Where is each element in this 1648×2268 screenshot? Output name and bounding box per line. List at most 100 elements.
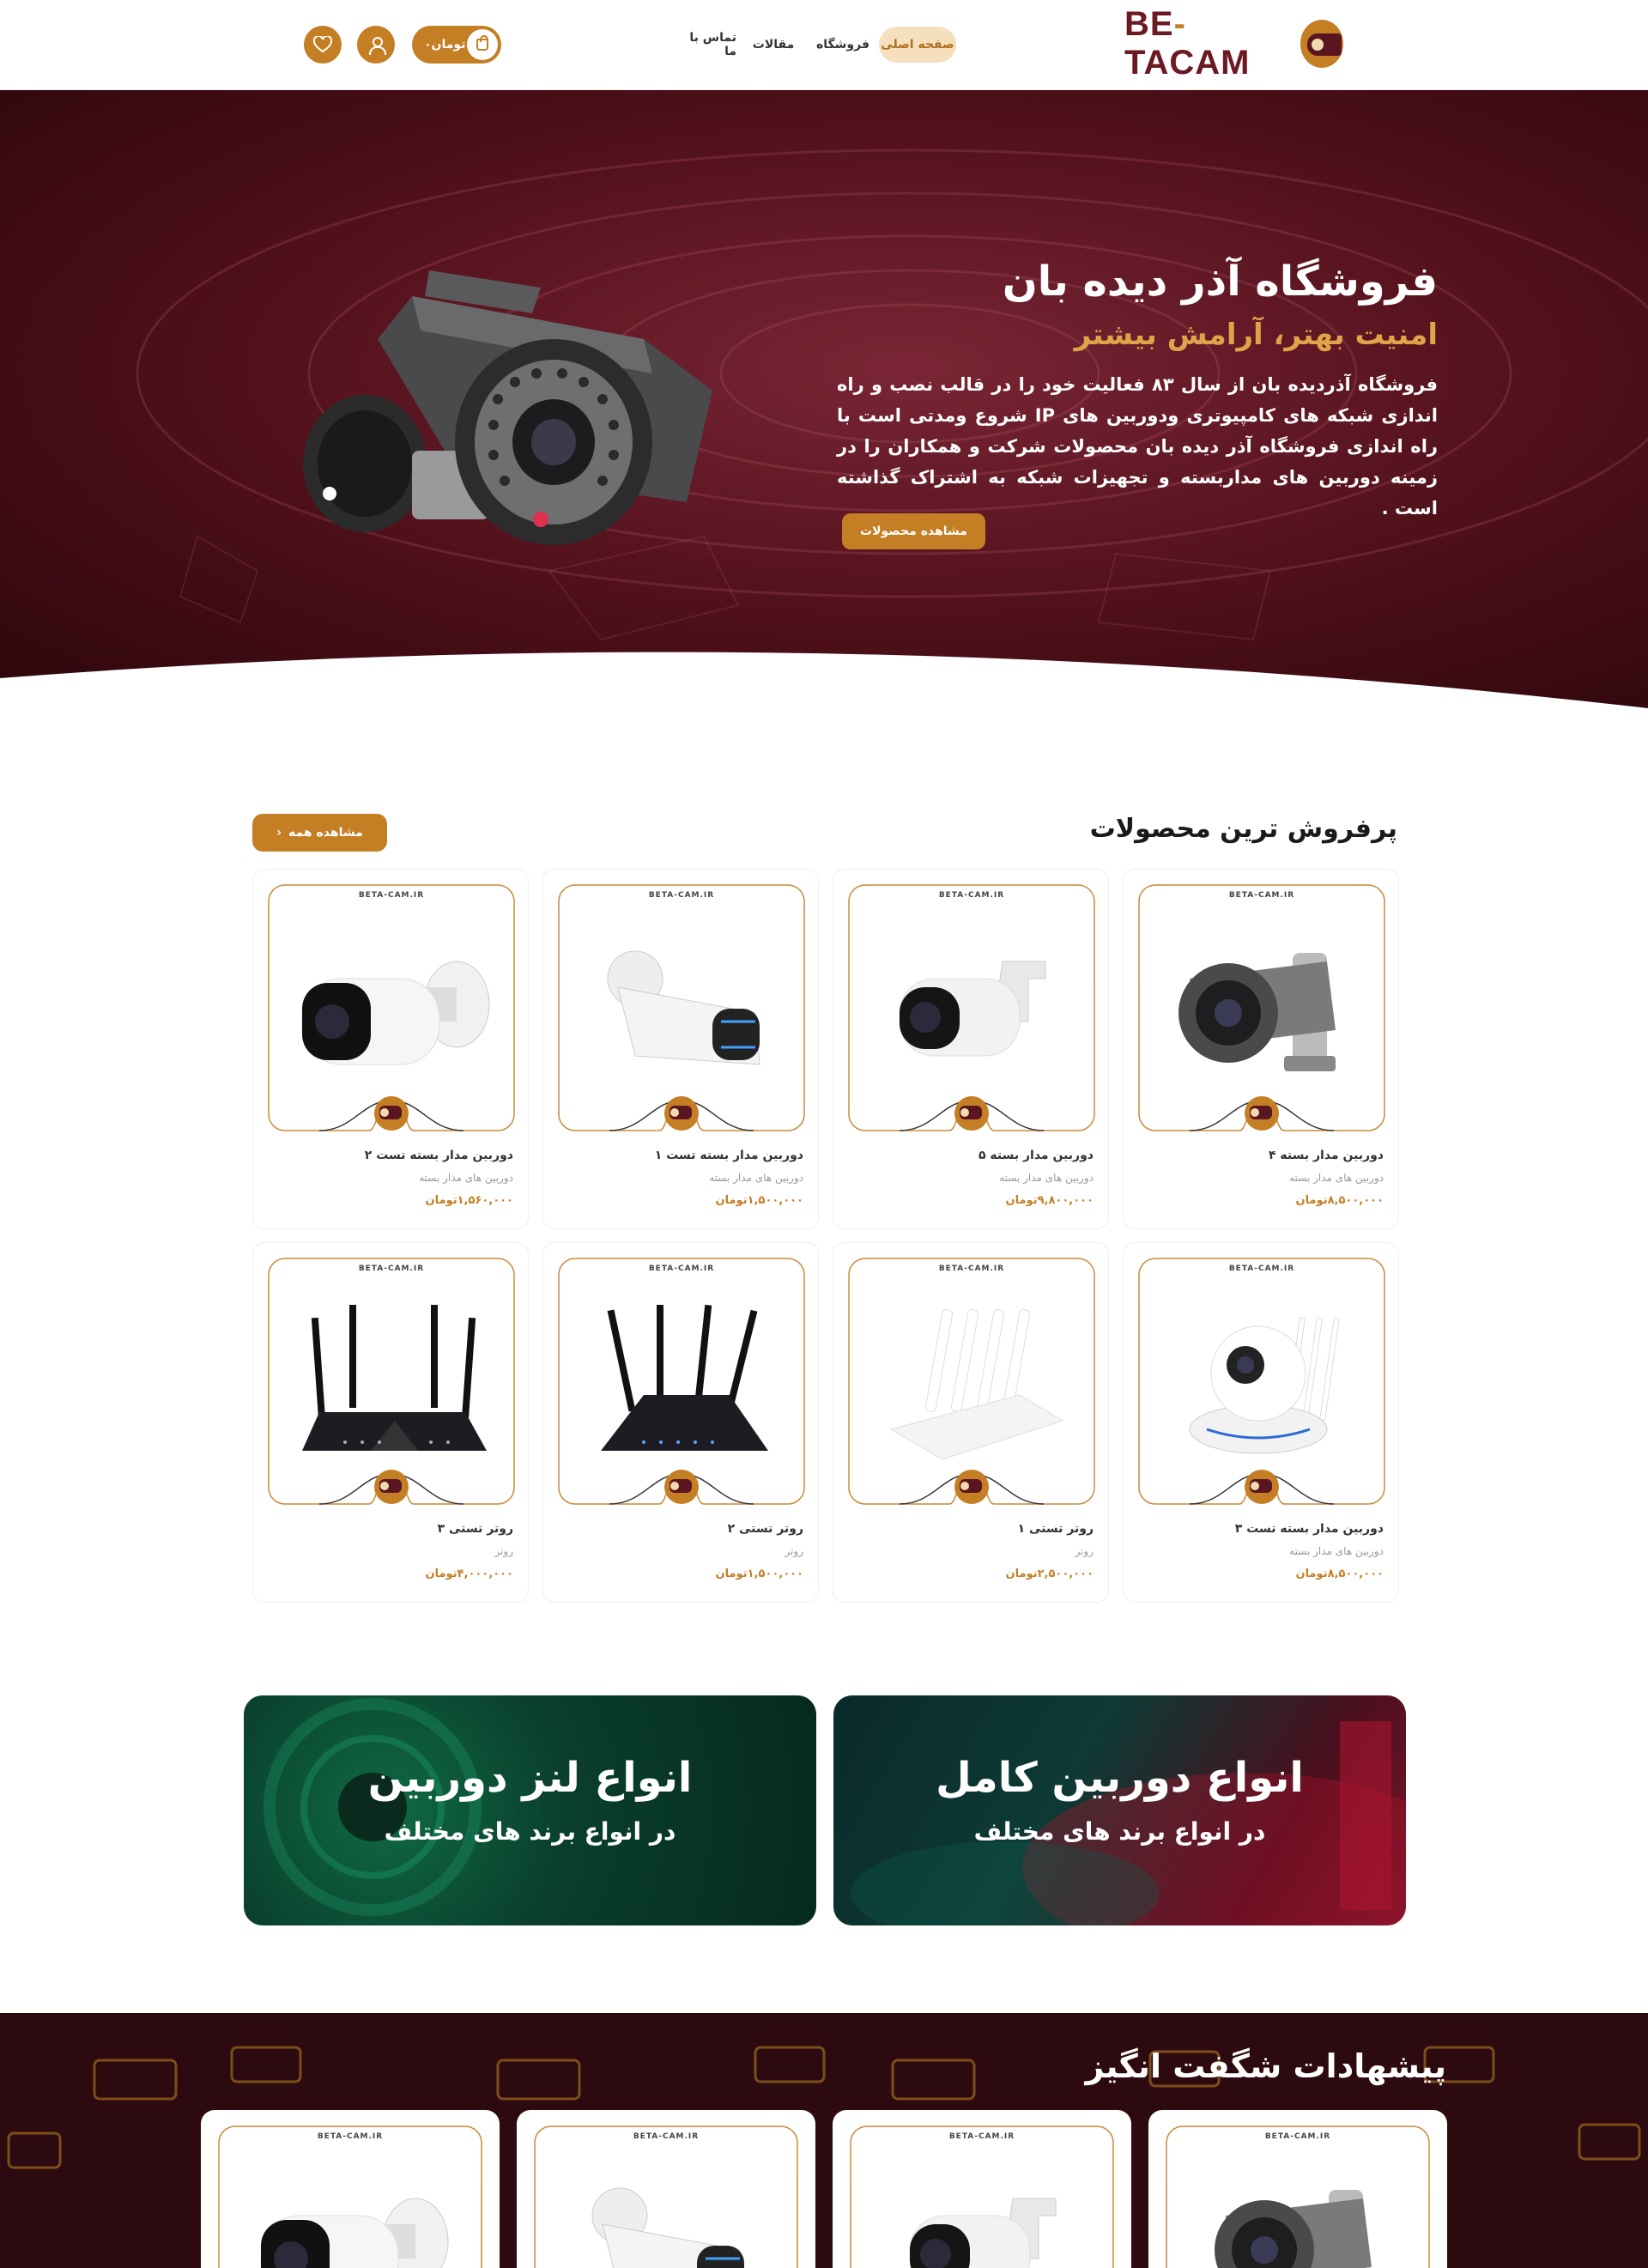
product-price: ۱,۵۰۰,۰۰۰تومان	[715, 1194, 803, 1207]
banner-camera[interactable]: انواع دوربین کامل در انواع برند های مختل…	[833, 1695, 1406, 1925]
product-price: ۱,۵۶۰,۰۰۰تومان	[425, 1194, 513, 1207]
product-category[interactable]: روتر	[494, 1545, 513, 1557]
product-image-frame: BETA-CAM.IR	[1138, 1258, 1385, 1505]
site-logo[interactable]: BE-TACAM	[1124, 5, 1343, 82]
product-image[interactable]	[584, 927, 781, 1090]
user-account-button[interactable]	[357, 26, 395, 64]
brand-mark: BETA-CAM.IR	[358, 1264, 425, 1273]
product-image[interactable]	[874, 1301, 1071, 1464]
user-icon	[368, 37, 386, 55]
product-card[interactable]: BETA-CAM.IR روتر تستی ۱ روتر ۲,۵۰۰,۰۰۰تومان	[833, 1242, 1109, 1603]
product-image[interactable]	[874, 927, 1071, 1090]
product-card[interactable]: BETA-CAM.IR روتر تستی ۲ روتر ۱,۵۰۰,۰۰۰تومان	[542, 1242, 819, 1603]
offers-title: پیشهادات شگفت انگیز	[1085, 2047, 1446, 2085]
product-category[interactable]: دوربین های مدار بسته	[1289, 1172, 1384, 1184]
product-price: ۸,۵۰۰,۰۰۰تومان	[1295, 1194, 1384, 1207]
hero-description: فروشگاه آذردیده بان از سال ۸۳ فعالیت خود…	[837, 374, 1438, 518]
product-image-frame: BETA-CAM.IR	[558, 1258, 805, 1505]
product-card[interactable]: BETA-CAM.IR دوربین مدار بسته ۴ دوربین های …	[1123, 869, 1399, 1229]
product-name[interactable]: دوربین مدار بسته ۴	[1269, 1149, 1384, 1162]
offer-card[interactable]: BETA-CAM.IR	[517, 2110, 815, 2268]
product-name[interactable]: روتر تستی ۲	[728, 1522, 803, 1536]
product-name[interactable]: دوربین مدار بسته تست ۱	[655, 1149, 803, 1162]
offer-image[interactable]	[252, 2164, 450, 2268]
brand-mark: BETA-CAM.IR	[948, 2132, 1015, 2141]
offer-image[interactable]	[568, 2164, 766, 2268]
logo-text-right: TACAM	[1124, 44, 1251, 82]
product-image[interactable]	[584, 1301, 781, 1464]
chevron-left-icon: ‹	[276, 826, 282, 840]
hero-section: فروشگاه آذر دیده بان امنیت بهتر، آرامش ب…	[0, 90, 1648, 708]
product-price: ۲,۵۰۰,۰۰۰تومان	[1005, 1568, 1094, 1580]
cart-button[interactable]: تومان۰	[412, 26, 501, 64]
offer-card[interactable]: BETA-CAM.IR	[1148, 2110, 1447, 2268]
offer-image-frame: BETA-CAM.IR	[534, 2125, 798, 2268]
brand-mark: BETA-CAM.IR	[1228, 1264, 1295, 1273]
product-name[interactable]: دوربین مدار بسته تست ۳	[1235, 1522, 1384, 1536]
brand-mark: BETA-CAM.IR	[648, 891, 715, 900]
product-name[interactable]: دوربین مدار بسته ۵	[978, 1149, 1094, 1162]
product-image[interactable]	[1164, 1301, 1361, 1464]
site-header: BE-TACAM صفحه اصلی فروشگاه مقالات تماس ب…	[0, 0, 1648, 90]
product-category[interactable]: روتر	[785, 1545, 803, 1557]
product-card[interactable]: BETA-CAM.IR دوربین مدار بسته تست ۱ دوربین …	[542, 869, 819, 1229]
product-image[interactable]	[294, 927, 491, 1090]
product-image-frame: BETA-CAM.IR	[558, 884, 805, 1131]
nav-articles[interactable]: مقالات	[748, 27, 798, 63]
product-image[interactable]	[294, 1301, 491, 1464]
nav-contact[interactable]: تماس با ما	[675, 27, 736, 63]
bullet-camera-image	[303, 270, 712, 545]
product-image-frame: BETA-CAM.IR	[268, 1258, 515, 1505]
brand-mark: BETA-CAM.IR	[1264, 2132, 1331, 2141]
product-category[interactable]: دوربین های مدار بسته	[1289, 1545, 1384, 1557]
product-category[interactable]: روتر	[1075, 1545, 1094, 1557]
nav-home[interactable]: صفحه اصلی	[879, 27, 956, 63]
offer-image-frame: BETA-CAM.IR	[218, 2125, 482, 2268]
product-card[interactable]: BETA-CAM.IR دوربین مدار بسته تست ۲ دوربین …	[252, 869, 529, 1229]
offer-image-frame: BETA-CAM.IR	[1166, 2125, 1430, 2268]
product-price: ۹,۸۰۰,۰۰۰تومان	[1005, 1194, 1094, 1207]
offer-card[interactable]: BETA-CAM.IR	[201, 2110, 500, 2268]
brand-mark: BETA-CAM.IR	[1228, 891, 1295, 900]
camera-banner-art	[851, 1721, 1406, 1925]
brand-mark: BETA-CAM.IR	[317, 2132, 384, 2141]
product-price: ۸,۵۰۰,۰۰۰تومان	[1295, 1568, 1384, 1580]
offer-card[interactable]: BETA-CAM.IR	[833, 2110, 1131, 2268]
lens-banner-art	[264, 1698, 482, 1916]
logo-text-left: BE	[1124, 5, 1174, 43]
product-card[interactable]: BETA-CAM.IR دوربین مدار بسته تست ۳ دوربین …	[1123, 1242, 1399, 1603]
banner-lens-title: انواع لنز دوربین	[367, 1754, 693, 1802]
product-card[interactable]: BETA-CAM.IR روتر تستی ۳ روتر ۴,۰۰۰,۰۰۰تومان	[252, 1242, 529, 1603]
product-image-frame: BETA-CAM.IR	[848, 1258, 1095, 1505]
product-price: ۴,۰۰۰,۰۰۰تومان	[425, 1568, 513, 1580]
product-image-frame: BETA-CAM.IR	[848, 884, 1095, 1131]
see-all-button[interactable]: مشاهده همه ‹	[252, 814, 387, 852]
offer-image[interactable]	[1200, 2164, 1397, 2268]
banner-camera-title: انواع دوربین کامل	[936, 1754, 1304, 1802]
banner-camera-subtitle: در انواع برند های مختلف	[973, 1817, 1266, 1846]
see-all-label: مشاهده همه	[288, 826, 363, 840]
hero-subtitle: امنیت بهتر، آرامش بیشتر	[1074, 318, 1438, 352]
nav-shop[interactable]: فروشگاه	[812, 27, 874, 63]
product-name[interactable]: روتر تستی ۱	[1018, 1522, 1094, 1536]
offer-image-frame: BETA-CAM.IR	[850, 2125, 1114, 2268]
camera-logo-icon	[1300, 20, 1343, 68]
offer-image[interactable]	[884, 2164, 1082, 2268]
brand-mark: BETA-CAM.IR	[633, 2132, 700, 2141]
hero-title: فروشگاه آذر دیده بان	[1002, 258, 1438, 306]
wishlist-button[interactable]	[304, 26, 342, 64]
brand-mark: BETA-CAM.IR	[648, 1264, 715, 1273]
shopping-bag-icon	[467, 29, 498, 60]
product-image-frame: BETA-CAM.IR	[1138, 884, 1385, 1131]
bestsellers-title: پرفروش ترین محصولات	[1089, 814, 1397, 844]
product-name[interactable]: روتر تستی ۳	[438, 1522, 513, 1536]
product-image[interactable]	[1164, 927, 1361, 1090]
product-category[interactable]: دوربین های مدار بسته	[709, 1172, 803, 1184]
product-category[interactable]: دوربین های مدار بسته	[999, 1172, 1094, 1184]
product-card[interactable]: BETA-CAM.IR دوربین مدار بسته ۵ دوربین های …	[833, 869, 1109, 1229]
banner-lens[interactable]: انواع لنز دوربین در انواع برند های مختلف	[244, 1695, 816, 1925]
product-category[interactable]: دوربین های مدار بسته	[419, 1172, 513, 1184]
product-name[interactable]: دوربین مدار بسته تست ۲	[365, 1149, 513, 1162]
offers-section: پیشهادات شگفت انگیز BETA-CAM.IR BETA-CAM.…	[0, 2013, 1648, 2268]
view-products-button[interactable]: مشاهده محصولات	[842, 513, 985, 549]
